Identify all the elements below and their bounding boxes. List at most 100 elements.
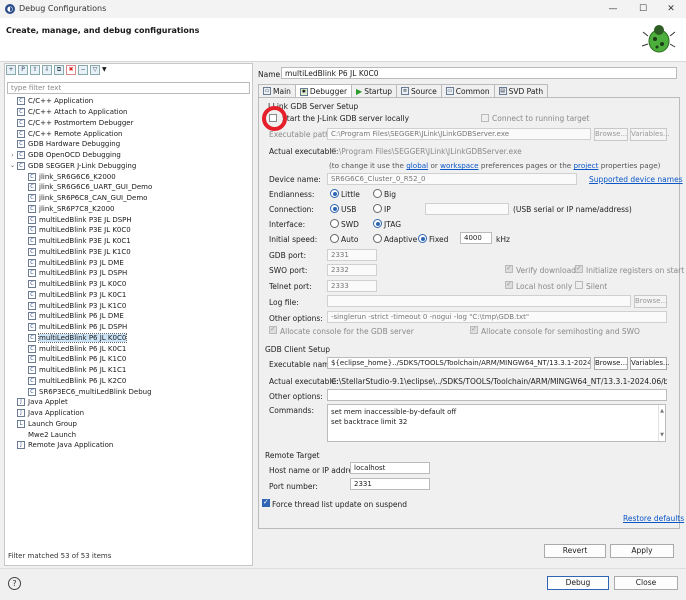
tree-item[interactable]: Cjlink_SR6G6C6_UART_GUI_Demo [19, 182, 152, 193]
close-window-button[interactable]: ✕ [656, 0, 686, 18]
collapse-all-icon[interactable]: − [78, 65, 88, 75]
new-config-icon[interactable]: + [6, 65, 16, 75]
tab-svd-path[interactable]: ▤ SVD Path [493, 84, 549, 97]
supported-devices-link[interactable]: Supported device names [589, 175, 683, 184]
tab-main[interactable]: ▭ Main [258, 84, 296, 97]
gdb-port-input[interactable]: 2331 [327, 249, 377, 261]
project-props-link[interactable]: project [573, 161, 598, 170]
speed-value-input[interactable]: 4000 [460, 232, 492, 244]
tree-item[interactable]: CmultiLedBlink P3 JL DME [19, 257, 124, 268]
tree-item[interactable]: CmultiLedBlink P6 JL K1C1 [19, 365, 126, 376]
exec-path-browse-button[interactable]: Browse... [594, 128, 628, 141]
log-file-input[interactable] [327, 295, 631, 307]
tree-item[interactable]: CmultiLedBlink P3 JL K0C0 [19, 279, 126, 290]
filter-input[interactable]: type filter text [7, 82, 250, 94]
ip-address-input[interactable] [425, 203, 509, 215]
tree-item[interactable]: J Remote Java Application [8, 440, 113, 451]
close-button[interactable]: Close [614, 576, 678, 590]
client-variables-button[interactable]: Variables... [630, 357, 670, 370]
connection-ip-radio[interactable] [373, 204, 382, 213]
device-name-input[interactable]: SR6G6C6_Cluster_0_R52_0 [327, 173, 577, 185]
tree-item[interactable]: CmultiLedBlink P6 JL K0C1 [19, 343, 126, 354]
silent-checkbox[interactable] [575, 281, 583, 289]
tree-item[interactable]: CmultiLedBlink P6 JL K1C0 [19, 354, 126, 365]
tree-item[interactable]: CmultiLedBlink P3E JL K0C1 [19, 236, 131, 247]
tree-item[interactable]: C C/C++ Postmortem Debugger [8, 118, 133, 129]
tree-item[interactable]: CmultiLedBlink P6 JL DME [19, 311, 124, 322]
revert-button[interactable]: Revert [544, 544, 606, 558]
client-browse-button[interactable]: Browse... [594, 357, 628, 370]
endianness-big-radio[interactable] [373, 189, 382, 198]
tab-common[interactable]: ▭ Common [440, 84, 495, 97]
swo-port-input[interactable]: 2332 [327, 264, 377, 276]
commands-scrollbar[interactable]: ▲ ▼ [658, 405, 665, 441]
tree-item[interactable]: CmultiLedBlink P6 JL K2C0 [19, 376, 126, 387]
chevron-right-icon[interactable]: › [8, 152, 17, 159]
client-exec-input[interactable]: ${eclipse_home}../SDKS/TOOLS/Toolchain/A… [327, 357, 591, 369]
log-file-browse-button[interactable]: Browse... [634, 295, 667, 308]
tab-startup[interactable]: ▶ Startup [351, 84, 398, 97]
scroll-down-icon[interactable]: ▼ [659, 430, 665, 440]
tree-item[interactable]: CmultiLedBlink P3 JL DSPH [19, 268, 127, 279]
tree-item[interactable]: Mwe2 Launch [8, 429, 76, 440]
tree-item[interactable]: J Java Application [8, 408, 84, 419]
duplicate-icon[interactable]: ⧉ [54, 65, 64, 75]
tree-item[interactable]: C GDB Hardware Debugging [8, 139, 120, 150]
tree-item[interactable]: CmultiLedBlink P6 JL K0C0 [19, 332, 128, 344]
new-prototype-icon[interactable]: P [18, 65, 28, 75]
tab-source[interactable]: ≡ Source [396, 84, 442, 97]
tree-item[interactable]: Cjlink_SR6P6C8_CAN_GUI_Demo [19, 193, 147, 204]
speed-adaptive-radio[interactable] [373, 234, 382, 243]
force-thread-checkbox[interactable] [262, 498, 270, 507]
tree-item[interactable]: Cjlink_SR6P7C8_K2000 [19, 204, 115, 215]
filter-icon[interactable]: ▽ [90, 65, 100, 75]
tree-item[interactable]: CmultiLedBlink P3 JL K1C0 [19, 300, 126, 311]
speed-auto-radio[interactable] [330, 234, 339, 243]
tree-item[interactable]: ⌄ C GDB SEGGER J-Link Debugging [8, 161, 136, 172]
endianness-little-radio[interactable] [330, 189, 339, 198]
tree-item[interactable]: CmultiLedBlink P3E JL DSPH [19, 214, 132, 225]
minimize-button[interactable]: — [598, 0, 628, 18]
tree-item[interactable]: L Launch Group [8, 419, 77, 430]
help-icon[interactable]: ? [8, 577, 21, 590]
client-other-options-input[interactable] [327, 389, 667, 401]
scroll-up-icon[interactable]: ▲ [659, 406, 665, 416]
global-prefs-link[interactable]: global [406, 161, 428, 170]
connection-usb-radio[interactable] [330, 204, 339, 213]
chevron-down-icon[interactable]: ⌄ [8, 162, 17, 169]
tree-item[interactable]: CmultiLedBlink P3 JL K0C1 [19, 290, 126, 301]
exec-path-variables-button[interactable]: Variables... [630, 128, 670, 141]
commands-textarea[interactable]: set mem inaccessible-by-default off set … [327, 404, 666, 442]
debug-button[interactable]: Debug [547, 576, 609, 590]
export-icon[interactable]: ⇧ [30, 65, 40, 75]
tree-item[interactable]: › C GDB OpenOCD Debugging [8, 150, 121, 161]
apply-button[interactable]: Apply [610, 544, 674, 558]
tree-item[interactable]: J Java Applet [8, 397, 68, 408]
local-host-only-checkbox[interactable] [505, 280, 513, 289]
tree-item[interactable]: C C/C++ Application [8, 96, 93, 107]
workspace-prefs-link[interactable]: workspace [440, 161, 478, 170]
config-name-input[interactable]: multiLedBlink P6 JL K0C0 [281, 67, 677, 79]
port-number-input[interactable]: 2331 [350, 478, 430, 490]
init-registers-checkbox[interactable] [575, 264, 583, 273]
maximize-button[interactable]: ☐ [628, 0, 658, 18]
delete-icon[interactable]: ✖ [66, 65, 76, 75]
tree-item[interactable]: C C/C++ Attach to Application [8, 107, 127, 118]
tree-item[interactable]: CmultiLedBlink P3E JL K0C0 [19, 225, 131, 236]
server-other-options-input[interactable]: -singlerun -strict -timeout 0 -nogui -lo… [327, 311, 667, 323]
interface-swd-radio[interactable] [330, 219, 339, 228]
view-menu-icon[interactable]: ▼ [102, 65, 107, 77]
tree-item[interactable]: CmultiLedBlink P3E JL K1C0 [19, 247, 131, 258]
restore-defaults-link[interactable]: Restore defaults [623, 514, 684, 523]
host-input[interactable]: localhost [350, 462, 430, 474]
tree-item[interactable]: Cjlink_SR6G6C6_K2000 [19, 171, 116, 182]
interface-jtag-radio[interactable] [373, 219, 382, 228]
tree-item[interactable]: CmultiLedBlink P6 JL DSPH [19, 322, 127, 333]
alloc-semihost-checkbox[interactable] [470, 325, 478, 334]
telnet-port-input[interactable]: 2333 [327, 280, 377, 292]
exec-path-input[interactable]: C:\Program Files\SEGGER\JLink\JLinkGDBSe… [327, 128, 591, 140]
import-icon[interactable]: ⇩ [42, 65, 52, 75]
connect-running-target-checkbox[interactable] [481, 114, 489, 122]
verify-downloads-checkbox[interactable] [505, 264, 513, 273]
alloc-gdb-console-checkbox[interactable] [269, 325, 277, 334]
